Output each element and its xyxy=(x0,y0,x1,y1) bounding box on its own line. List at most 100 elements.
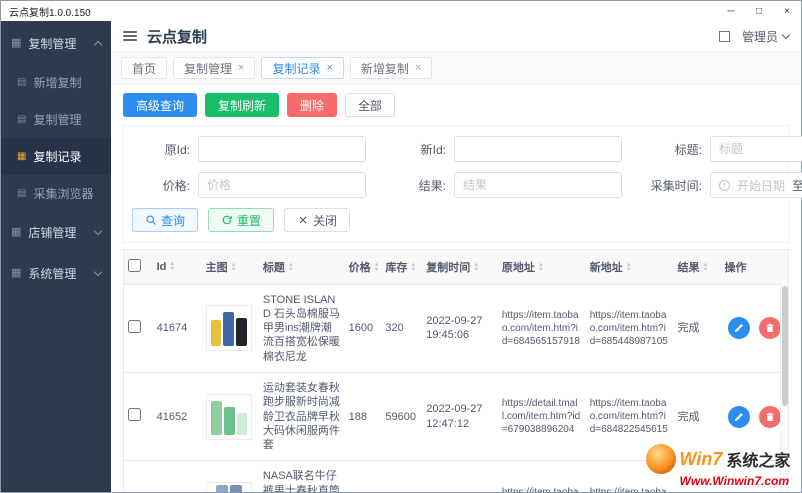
delete-row-button[interactable] xyxy=(759,317,781,339)
doc-icon: ▤ xyxy=(17,78,26,88)
sort-icon: ▲▼ xyxy=(231,263,237,273)
win7-logo-icon xyxy=(646,444,676,474)
col-result[interactable]: 结果▲▼ xyxy=(674,250,721,284)
price-input[interactable] xyxy=(198,172,366,198)
clock-icon xyxy=(719,180,730,191)
close-panel-button[interactable]: 关闭 xyxy=(284,208,350,232)
tab-new-copy[interactable]: 新增复制 × xyxy=(350,57,432,79)
sidebar-item-copy-records[interactable]: ▦ 复制记录 xyxy=(1,138,111,175)
table-row: 41674 STONE ISLAND 石头岛棉服马甲男ins潮牌潮流百搭宽松保暖… xyxy=(124,284,788,372)
new-url-cell: https://item.taobao.com/item.htm?id=6854… xyxy=(586,284,674,372)
advanced-search-button[interactable]: 高级查询 xyxy=(123,93,197,117)
tabbar: 首页 复制管理 × 复制记录 × 新增复制 × xyxy=(111,52,801,85)
stock-cell: 320 xyxy=(381,284,422,372)
original-id-field: 原Id: xyxy=(132,136,366,162)
user-menu[interactable]: 管理员 xyxy=(742,28,789,45)
delete-row-button[interactable] xyxy=(759,406,781,428)
pencil-icon xyxy=(733,411,745,423)
close-icon[interactable]: × xyxy=(238,63,244,74)
sidebar-item-copy-management[interactable]: ▤ 复制管理 xyxy=(1,101,111,138)
date-separator: 至 xyxy=(792,177,802,194)
all-button[interactable]: 全部 xyxy=(345,93,395,117)
tab-label: 首页 xyxy=(132,60,156,77)
sidebar-group-label: 复制管理 xyxy=(28,35,76,52)
row-checkbox[interactable] xyxy=(128,408,141,421)
trash-icon xyxy=(764,411,776,423)
col-new-url[interactable]: 新地址▲▼ xyxy=(586,250,674,284)
col-id[interactable]: Id▲▼ xyxy=(153,250,202,284)
col-title[interactable]: 标题▲▼ xyxy=(259,250,345,284)
sidebar: ▦ 复制管理 ▤ 新增复制 ▤ 复制管理 ▦ 复制记录 ▤ xyxy=(1,21,111,492)
tab-home[interactable]: 首页 xyxy=(121,57,167,79)
tab-copy-management[interactable]: 复制管理 × xyxy=(173,57,255,79)
content: 高级查询 复制刷新 删除 全部 原Id: 新Id: xyxy=(111,85,801,492)
select-all-checkbox[interactable] xyxy=(128,259,141,272)
title-cell: NASA联名牛仔裤男士春秋直筒宽松美式高街潮牌阔腿裤子休闲长裤 xyxy=(259,461,345,492)
copy-refresh-button[interactable]: 复制刷新 xyxy=(205,93,279,117)
sidebar-group-system-management[interactable]: ▦ 系统管理 xyxy=(1,253,111,294)
tab-label: 新增复制 xyxy=(361,60,409,77)
title-label: 标题: xyxy=(644,141,702,158)
original-id-label: 原Id: xyxy=(132,141,190,158)
title-cell: 运动套装女春秋跑步服新时尚减龄卫衣品牌早秋大码休闲服两件套 xyxy=(259,372,345,460)
sort-icon: ▲▼ xyxy=(703,263,709,273)
col-stock[interactable]: 库存▲▼ xyxy=(381,250,422,284)
sidebar-item-label: 采集浏览器 xyxy=(33,185,93,202)
original-id-input[interactable] xyxy=(198,136,366,162)
sort-icon: ▲▼ xyxy=(288,263,294,273)
refresh-icon xyxy=(221,214,233,226)
id-cell: 41651 xyxy=(153,461,202,492)
copy-time-cell: 2022-09-27 19:45:06 xyxy=(422,284,498,372)
close-icon[interactable]: × xyxy=(326,63,332,74)
sidebar-item-new-copy[interactable]: ▤ 新增复制 xyxy=(1,64,111,101)
col-source-url[interactable]: 原地址▲▼ xyxy=(498,250,586,284)
chevron-down-icon xyxy=(94,227,102,235)
close-icon[interactable]: × xyxy=(415,63,421,74)
id-cell: 41674 xyxy=(153,284,202,372)
app-body: ▦ 复制管理 ▤ 新增复制 ▤ 复制管理 ▦ 复制记录 ▤ xyxy=(1,21,801,492)
col-copy-time[interactable]: 复制时间▲▼ xyxy=(422,250,498,284)
doc-icon: ▦ xyxy=(17,152,26,162)
row-checkbox[interactable] xyxy=(128,320,141,333)
sidebar-group-label: 系统管理 xyxy=(28,265,76,282)
price-cell: 188 xyxy=(345,372,382,460)
collect-time-label: 采集时间: xyxy=(644,177,702,194)
stock-cell: 7000 xyxy=(381,461,422,492)
search-buttons: 查询 重置 关闭 xyxy=(132,208,780,232)
sidebar-group-shop-management[interactable]: ▦ 店铺管理 xyxy=(1,212,111,253)
edit-button[interactable] xyxy=(728,317,750,339)
close-button[interactable]: × xyxy=(773,1,801,21)
search-panel: 原Id: 新Id: 标题: xyxy=(123,125,789,243)
doc-icon: ▤ xyxy=(17,189,26,199)
scrollbar-thumb[interactable] xyxy=(782,286,788,406)
sort-icon: ▲▼ xyxy=(374,263,380,273)
watermark-brand-prefix: Win7 xyxy=(680,449,723,470)
date-range-input[interactable]: 开始日期 至 结束日期 xyxy=(710,172,802,198)
result-input[interactable] xyxy=(454,172,622,198)
delete-button[interactable]: 删除 xyxy=(287,93,337,117)
col-price[interactable]: 价格▲▼ xyxy=(345,250,382,284)
reset-button[interactable]: 重置 xyxy=(208,208,274,232)
minimize-button[interactable]: ─ xyxy=(717,1,745,21)
actions-cell xyxy=(721,284,788,372)
toolbar: 高级查询 复制刷新 删除 全部 xyxy=(123,93,789,117)
chevron-down-icon xyxy=(782,31,790,39)
query-button[interactable]: 查询 xyxy=(132,208,198,232)
grid-icon: ▦ xyxy=(11,268,21,279)
sort-icon: ▲▼ xyxy=(626,263,632,273)
sidebar-item-collect-browser[interactable]: ▤ 采集浏览器 xyxy=(1,175,111,212)
maximize-button[interactable]: □ xyxy=(745,1,773,21)
new-id-input[interactable] xyxy=(454,136,622,162)
watermark: Win7 系统之家 Www.Winwin7.com xyxy=(646,444,791,488)
title-input[interactable] xyxy=(710,136,802,162)
user-label: 管理员 xyxy=(742,28,778,45)
title-cell: STONE ISLAND 石头岛棉服马甲男ins潮牌潮流百搭宽松保暖棉衣尼龙 xyxy=(259,284,345,372)
sidebar-group-copy-management[interactable]: ▦ 复制管理 xyxy=(1,23,111,64)
edit-button[interactable] xyxy=(728,406,750,428)
page-title: 云点复制 xyxy=(147,26,207,47)
col-main-image[interactable]: 主图▲▼ xyxy=(202,250,259,284)
hamburger-icon[interactable] xyxy=(123,31,137,41)
price-cell: 158 xyxy=(345,461,382,492)
tab-copy-records[interactable]: 复制记录 × xyxy=(261,57,343,79)
fullscreen-icon[interactable] xyxy=(719,31,730,42)
